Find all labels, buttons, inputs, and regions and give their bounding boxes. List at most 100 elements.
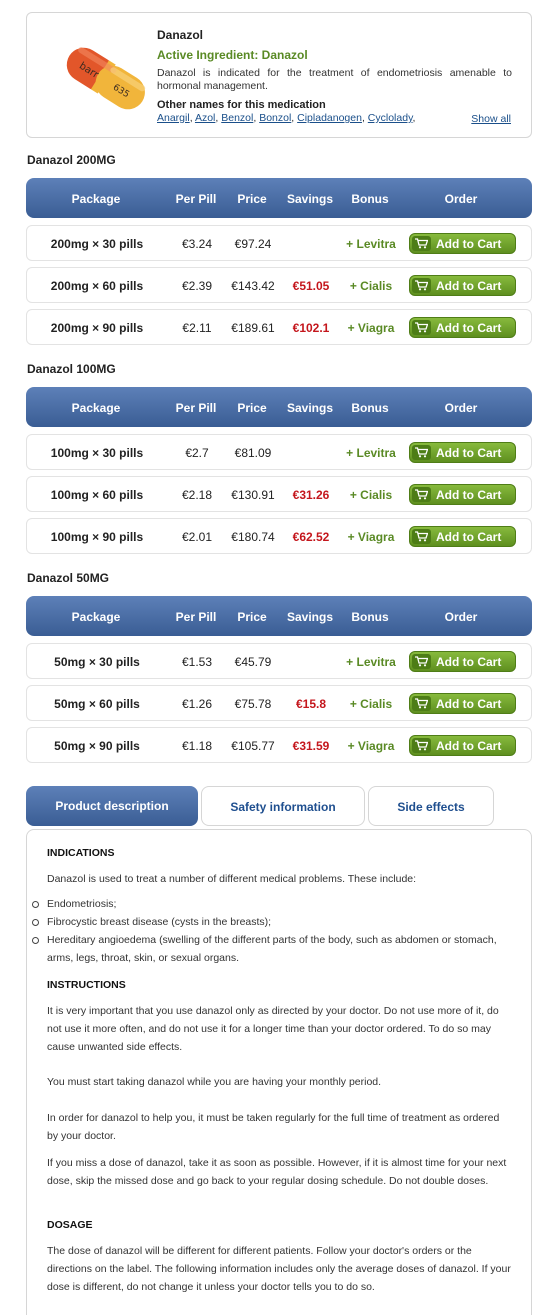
- add-to-cart-label: Add to Cart: [436, 446, 502, 460]
- bullet-icon: [32, 937, 39, 944]
- column-header-package: Package: [71, 401, 121, 415]
- instructions-paragraph: In order for danazol to help you, it mus…: [47, 1112, 500, 1142]
- column-header-savings: Savings: [286, 610, 334, 624]
- bonus-cell: + Levitra: [346, 237, 396, 251]
- per-pill-cell: €1.26: [181, 697, 213, 711]
- indication-item: Endometriosis;: [32, 895, 512, 913]
- per-pill-cell: €2.01: [181, 530, 213, 544]
- savings-cell: €62.52: [292, 530, 330, 544]
- other-name-link[interactable]: Bonzol: [259, 112, 291, 124]
- add-to-cart-label: Add to Cart: [436, 488, 502, 502]
- table-row: 50mg × 90 pills €1.18 €105.77 €31.59 + Viagr…: [26, 727, 532, 763]
- cart-icon: [412, 445, 431, 460]
- savings-cell: €15.8: [295, 697, 327, 711]
- description-panel: INDICATIONS Danazol is used to treat a n…: [26, 829, 532, 1315]
- column-header-order: Order: [444, 401, 478, 415]
- package-cell: 50mg × 30 pills: [54, 655, 140, 669]
- per-pill-cell: €2.7: [185, 446, 209, 460]
- product-name: Danazol: [157, 28, 204, 42]
- cart-icon: [412, 654, 431, 669]
- per-pill-cell: €1.53: [181, 655, 213, 669]
- indication-item: Fibrocystic breast disease (cysts in the…: [32, 913, 512, 931]
- column-header-bonus: Bonus: [351, 401, 389, 415]
- product-tabs: Product description Safety information S…: [26, 786, 532, 826]
- add-to-cart-label: Add to Cart: [436, 655, 502, 669]
- bullet-icon: [32, 919, 39, 926]
- active-ingredient: Active Ingredient: Danazol: [157, 48, 308, 62]
- bonus-cell: + Levitra: [346, 446, 396, 460]
- column-header-per-pill: Per Pill: [175, 192, 217, 206]
- bonus-cell: + Levitra: [346, 655, 396, 669]
- indication-item: Hereditary angioedema (swelling of the d…: [32, 931, 512, 967]
- column-header-per-pill: Per Pill: [175, 610, 217, 624]
- price-cell: €105.77: [231, 739, 275, 753]
- product-description: Danazol is indicated for the treatment o…: [157, 67, 512, 92]
- indications-heading: INDICATIONS: [47, 847, 115, 859]
- table-row: 100mg × 90 pills €2.01 €180.74 €62.52 + Viag…: [26, 518, 532, 554]
- cart-icon: [412, 278, 431, 293]
- column-header-bonus: Bonus: [351, 610, 389, 624]
- instructions-paragraph: It is very important that you use danazo…: [47, 1005, 499, 1053]
- column-header-per-pill: Per Pill: [175, 401, 217, 415]
- add-to-cart-button[interactable]: Add to Cart: [409, 735, 516, 756]
- table-row: 200mg × 90 pills €2.11 €189.61 €102.1 + Viag…: [26, 309, 532, 345]
- dosage-heading: DOSAGE: [47, 1219, 93, 1231]
- add-to-cart-button[interactable]: Add to Cart: [409, 317, 516, 338]
- price-cell: €143.42: [231, 279, 275, 293]
- add-to-cart-button[interactable]: Add to Cart: [409, 275, 516, 296]
- tab-product-description[interactable]: Product description: [26, 786, 198, 826]
- column-header-savings: Savings: [286, 401, 334, 415]
- add-to-cart-button[interactable]: Add to Cart: [409, 526, 516, 547]
- package-cell: 100mg × 30 pills: [50, 446, 144, 460]
- other-names-heading: Other names for this medication: [157, 99, 326, 111]
- instructions-heading: INSTRUCTIONS: [47, 979, 126, 991]
- add-to-cart-label: Add to Cart: [436, 530, 502, 544]
- add-to-cart-button[interactable]: Add to Cart: [409, 693, 516, 714]
- pill-capsule-image: barr 635: [66, 47, 146, 110]
- savings-cell: €51.05: [292, 279, 330, 293]
- cart-icon: [412, 487, 431, 502]
- savings-cell: €102.1: [292, 321, 330, 335]
- section-title: Danazol 50MG: [27, 571, 110, 585]
- price-cell: €189.61: [231, 321, 275, 335]
- other-name-link[interactable]: Anargil: [157, 112, 190, 124]
- other-name-link[interactable]: Benzol: [221, 112, 253, 124]
- indications-intro: Danazol is used to treat a number of dif…: [47, 873, 417, 885]
- add-to-cart-button[interactable]: Add to Cart: [409, 233, 516, 254]
- per-pill-cell: €2.18: [181, 488, 213, 502]
- column-header-package: Package: [71, 192, 121, 206]
- other-name-link[interactable]: Cyclolady: [368, 112, 413, 124]
- bonus-cell: + Cialis: [349, 488, 393, 502]
- add-to-cart-button[interactable]: Add to Cart: [409, 651, 516, 672]
- tab-safety-information[interactable]: Safety information: [201, 786, 365, 826]
- table-header: Package Per Pill Price Savings Bonus Order: [26, 387, 532, 427]
- cart-icon: [412, 696, 431, 711]
- section-title: Danazol 100MG: [27, 362, 116, 376]
- savings-cell: €31.26: [292, 488, 330, 502]
- instructions-paragraph: You must start taking danazol while you …: [47, 1076, 382, 1088]
- package-cell: 200mg × 90 pills: [50, 321, 144, 335]
- table-row: 100mg × 30 pills €2.7 €81.09 + Levitra Add t…: [26, 434, 532, 470]
- other-name-link[interactable]: Azol: [195, 112, 215, 124]
- per-pill-cell: €1.18: [181, 739, 213, 753]
- table-row: 200mg × 30 pills €3.24 €97.24 + Levitra Add …: [26, 225, 532, 261]
- add-to-cart-button[interactable]: Add to Cart: [409, 442, 516, 463]
- dosage-paragraph: The dose of danazol will be different fo…: [47, 1245, 511, 1293]
- instructions-paragraph: If you miss a dose of danazol, take it a…: [47, 1157, 507, 1187]
- add-to-cart-button[interactable]: Add to Cart: [409, 484, 516, 505]
- product-card: barr 635 Danazol Active Ingredient: Dana…: [26, 12, 532, 138]
- package-cell: 50mg × 90 pills: [54, 739, 140, 753]
- separator: ,: [412, 112, 416, 124]
- bonus-cell: + Viagra: [347, 321, 395, 335]
- per-pill-cell: €2.39: [181, 279, 213, 293]
- savings-cell: €31.59: [292, 739, 330, 753]
- package-cell: 200mg × 60 pills: [50, 279, 144, 293]
- cart-icon: [412, 529, 431, 544]
- other-name-link[interactable]: Cipladanogen: [297, 112, 362, 124]
- show-all-link[interactable]: Show all: [471, 113, 511, 125]
- bullet-icon: [32, 901, 39, 908]
- column-header-savings: Savings: [286, 192, 334, 206]
- price-cell: €180.74: [231, 530, 275, 544]
- tab-side-effects[interactable]: Side effects: [368, 786, 494, 826]
- bonus-cell: + Viagra: [347, 530, 395, 544]
